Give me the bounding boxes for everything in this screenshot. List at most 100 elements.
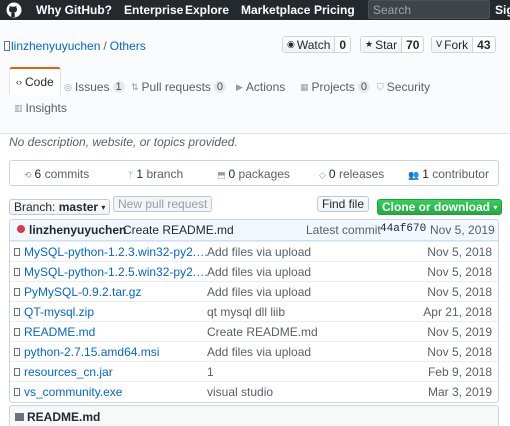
tab-projects[interactable]: ▦ Projects 0: [300, 80, 370, 94]
fork-count[interactable]: 43: [473, 38, 494, 52]
fork-button[interactable]: ⴸ Fork: [432, 37, 474, 52]
tab-pull-requests[interactable]: ⇅ Pull requests 0: [131, 80, 227, 94]
file-commit-message[interactable]: Create README.md: [207, 325, 318, 339]
readme-title[interactable]: README.md: [27, 410, 100, 424]
releases-link[interactable]: ◇ 0 releases: [319, 167, 384, 181]
nav-sign-in[interactable]: Sig: [495, 3, 510, 17]
branches-label: branch: [146, 167, 184, 181]
fork-button-group: ⴸ Fork 43: [431, 36, 496, 53]
tab-code[interactable]: ‹› Code: [9, 67, 61, 95]
file-name-link[interactable]: python-2.7.15.amd64.msi: [24, 345, 212, 359]
find-file-button[interactable]: Find file: [317, 196, 370, 212]
tab-projects-count: 0: [357, 81, 370, 93]
clone-download-label: Clone or download: [382, 200, 490, 214]
file-commit-message[interactable]: Add files via upload: [207, 265, 311, 279]
repo-separator: /: [103, 39, 107, 53]
packages-label: packages: [238, 167, 290, 181]
fork-icon: ⴸ: [436, 39, 443, 49]
file-name-link[interactable]: resources_cn.jar: [24, 365, 212, 379]
star-label: Star: [375, 37, 398, 52]
file-commit-message[interactable]: Add files via upload: [207, 345, 311, 359]
repo-owner-link[interactable]: linzhenyuyuchen: [11, 39, 100, 53]
search-placeholder: Search: [373, 3, 412, 17]
commit-author[interactable]: linzhenyuyuchen: [29, 223, 126, 237]
package-icon: ⬒: [217, 170, 226, 180]
file-commit-message[interactable]: Add files via upload: [207, 245, 311, 259]
tab-projects-label: Projects: [311, 80, 355, 94]
new-pull-request-button[interactable]: New pull request: [113, 196, 213, 212]
file-date: Nov 5, 2018: [427, 285, 492, 299]
file-name-link[interactable]: MySQL-python-1.2.5.win32-py2.7.exe: [24, 265, 212, 279]
commits-count: 6: [34, 167, 42, 181]
file-commit-message[interactable]: qt mysql dll liib: [207, 305, 285, 319]
branch-icon: ᛘ: [128, 170, 134, 180]
watch-button[interactable]: ◉ Watch: [283, 37, 336, 52]
people-icon: 👥: [408, 170, 420, 180]
pull-request-icon: ⇅: [131, 81, 139, 92]
nav-why-github[interactable]: Why GitHub?: [36, 3, 112, 17]
tab-issues-label: Issues: [74, 80, 110, 94]
watch-button-group: ◉ Watch 0: [282, 36, 352, 53]
watch-count[interactable]: 0: [335, 38, 350, 52]
file-name-link[interactable]: PyMySQL-0.9.2.tar.gz: [24, 285, 212, 299]
table-row: MySQL-python-1.2.5.win32-py2.7.exe Add f…: [10, 261, 498, 281]
file-name-link[interactable]: README.md: [24, 325, 212, 339]
code-icon: ‹›: [16, 77, 22, 87]
branch-select-value: master: [58, 200, 99, 214]
file-commit-message[interactable]: visual studio: [207, 385, 273, 399]
file-date: Nov 5, 2018: [427, 345, 492, 359]
star-icon: ★: [365, 39, 374, 49]
clone-download-button[interactable]: Clone or download ▾: [377, 199, 503, 215]
tab-insights-label: Insights: [25, 101, 67, 115]
branch-select[interactable]: Branch: master ▾: [9, 199, 111, 215]
star-button[interactable]: ★ Star: [361, 37, 403, 52]
tab-security-label: Security: [386, 80, 431, 94]
file-date: Apr 21, 2018: [423, 305, 492, 319]
avatar[interactable]: [17, 225, 25, 233]
repo-name-link[interactable]: Others: [110, 39, 146, 53]
star-count[interactable]: 70: [402, 38, 423, 52]
readme-header: README.md: [9, 405, 499, 426]
github-logo-icon[interactable]: [6, 2, 22, 18]
packages-link[interactable]: ⬒ 0 packages: [217, 167, 290, 181]
tab-issues[interactable]: ◎ Issues 1: [64, 80, 125, 94]
file-commit-message[interactable]: 1: [207, 365, 214, 379]
table-row: PyMySQL-0.9.2.tar.gz Add files via uploa…: [10, 281, 498, 301]
commit-date: Nov 5, 2019: [430, 223, 495, 237]
nav-explore[interactable]: Explore: [185, 3, 229, 17]
commit-message[interactable]: Create README.md: [123, 223, 234, 237]
table-row: vs_community.exe visual studio Mar 3, 20…: [10, 381, 498, 401]
nav-marketplace[interactable]: Marketplace: [241, 3, 310, 17]
tab-actions-label: Actions: [245, 80, 286, 94]
tab-pulls-count: 0: [213, 81, 227, 93]
file-date: Nov 5, 2019: [427, 325, 492, 339]
commits-label: commits: [44, 167, 90, 181]
tab-actions[interactable]: ▶ Actions: [236, 80, 285, 94]
branch-select-label: Branch:: [14, 200, 56, 214]
repo-description: No description, website, or topics provi…: [9, 135, 238, 149]
file-date: Mar 3, 2019: [427, 385, 492, 399]
caret-down-icon: ▾: [101, 202, 106, 212]
repo-header: linzhenyuyuchen / Others ◉ Watch 0 ★ Star 70…: [0, 20, 510, 134]
numbers-summary: ⟲ 6 commits ᛘ1 branch ⬒ 0 packages ◇ 0 rele…: [9, 160, 499, 186]
file-name-link[interactable]: QT-mysql.zip: [24, 305, 212, 319]
releases-count: 0: [328, 167, 336, 181]
play-icon: ▶: [236, 81, 243, 92]
tab-security[interactable]: ⛉ Security: [377, 80, 430, 94]
contributors-label: contributor: [432, 167, 489, 181]
commit-sha[interactable]: 44af670: [380, 223, 426, 235]
book-icon: [15, 413, 24, 421]
nav-pricing[interactable]: Pricing: [314, 3, 355, 17]
search-input[interactable]: Search: [368, 0, 490, 19]
nav-enterprise[interactable]: Enterprise: [124, 3, 183, 17]
commits-link[interactable]: ⟲ 6 commits: [24, 167, 89, 181]
tab-issues-count: 1: [112, 81, 125, 93]
file-commit-message[interactable]: Add files via upload: [207, 285, 311, 299]
file-icon: [14, 348, 20, 356]
file-icon: [14, 288, 20, 296]
file-name-link[interactable]: MySQL-python-1.2.3.win32-py2.7.exe: [24, 245, 212, 259]
branches-link[interactable]: ᛘ1 branch: [128, 167, 183, 181]
contributors-link[interactable]: 👥 1 contributor: [408, 167, 489, 181]
tab-insights[interactable]: ▥ Insights: [14, 101, 67, 115]
file-name-link[interactable]: vs_community.exe: [24, 385, 212, 399]
